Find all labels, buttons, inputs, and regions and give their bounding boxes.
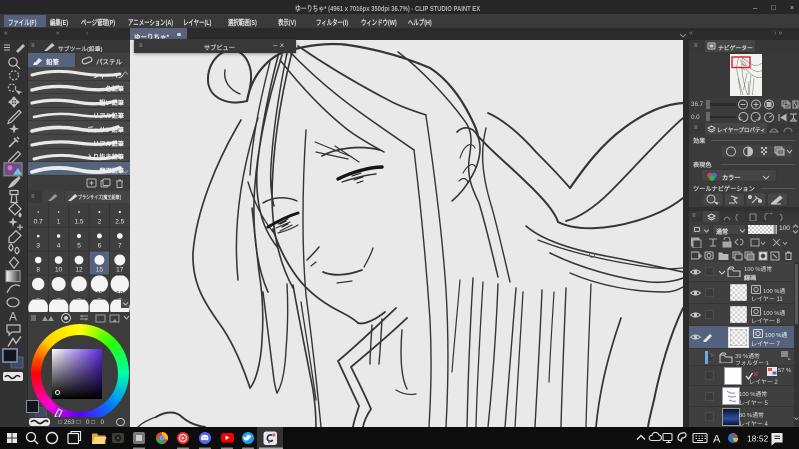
svg-text:17: 17 xyxy=(116,267,124,274)
svg-text:18:52: 18:52 xyxy=(747,434,769,444)
svg-text:5: 5 xyxy=(77,243,81,250)
svg-text:50: 50 xyxy=(116,291,124,298)
svg-text:A: A xyxy=(9,310,17,324)
svg-text:20: 20 xyxy=(35,291,43,298)
svg-text:A: A xyxy=(713,434,721,446)
svg-text:8: 8 xyxy=(36,267,40,274)
svg-text:6: 6 xyxy=(98,243,102,250)
svg-text:30: 30 xyxy=(75,291,83,298)
svg-text:7: 7 xyxy=(118,243,122,250)
svg-text:2.5: 2.5 xyxy=(115,219,124,226)
svg-text:1.5: 1.5 xyxy=(74,219,83,226)
svg-text:4: 4 xyxy=(57,243,61,250)
svg-text:12: 12 xyxy=(75,267,83,274)
svg-text:10: 10 xyxy=(55,267,63,274)
svg-text:0.7: 0.7 xyxy=(34,219,43,226)
svg-text:3: 3 xyxy=(36,243,40,250)
svg-text:40: 40 xyxy=(96,291,104,298)
svg-text:1: 1 xyxy=(57,219,61,226)
svg-text:15: 15 xyxy=(96,267,104,274)
svg-text:25: 25 xyxy=(55,291,63,298)
svg-text:2: 2 xyxy=(98,219,102,226)
